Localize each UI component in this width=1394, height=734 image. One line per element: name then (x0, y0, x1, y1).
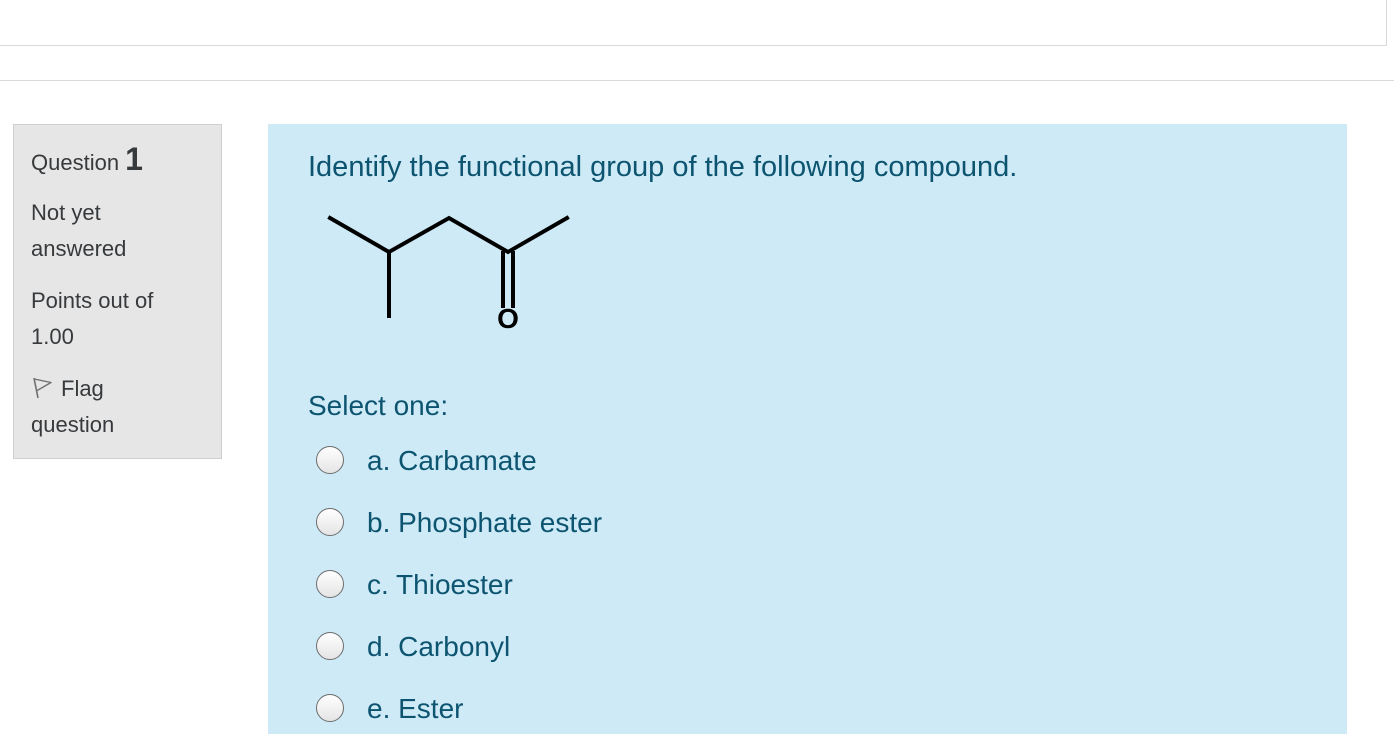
flag-icon (33, 377, 52, 399)
answer-label-b[interactable]: b. Phosphate ester (367, 504, 602, 542)
answer-option-c[interactable]: c. Thioester (316, 566, 816, 606)
radio-button-d[interactable] (316, 632, 344, 660)
question-info-box: Question 1 Not yet answered Points out of… (13, 124, 222, 459)
answer-label-e[interactable]: e. Ester (367, 690, 463, 728)
answer-option-b[interactable]: b. Phosphate ester (316, 504, 816, 544)
carbon-chain (327, 215, 570, 255)
question-number: 1 (125, 141, 143, 177)
question-grade: Points out of 1.00 (31, 283, 211, 355)
question-number-heading: Question 1 (31, 141, 143, 178)
answer-option-e[interactable]: e. Ester (316, 690, 816, 730)
molecule-structure: O (327, 215, 570, 334)
radio-button-b[interactable] (316, 508, 344, 536)
question-content: Identify the functional group of the fol… (268, 124, 1347, 734)
radio-button-e[interactable] (316, 694, 344, 722)
answer-option-a[interactable]: a. Carbamate (316, 442, 816, 482)
answer-label-d[interactable]: d. Carbonyl (367, 628, 510, 666)
flag-line-2: question (31, 412, 115, 437)
select-one-prompt: Select one: (308, 390, 449, 421)
top-panel (0, 0, 1387, 46)
radio-button-c[interactable] (316, 570, 344, 598)
grade-line-1: Points out of (31, 288, 154, 313)
answer-label-c[interactable]: c. Thioester (367, 566, 513, 604)
oxygen-atom-label: O (497, 303, 519, 334)
flag-line-1: Flag (61, 376, 104, 401)
question-text: Identify the functional group of the fol… (308, 151, 1018, 183)
answer-label-a[interactable]: a. Carbamate (367, 442, 537, 480)
radio-button-a[interactable] (316, 446, 344, 474)
question-label: Question (31, 150, 120, 175)
state-line-1: Not yet (31, 200, 101, 225)
grade-line-2: 1.00 (31, 324, 74, 349)
flag-question-link[interactable]: Flag question (31, 371, 211, 443)
answer-option-d[interactable]: d. Carbonyl (316, 628, 816, 668)
state-line-2: answered (31, 236, 127, 261)
question-state: Not yet answered (31, 195, 211, 267)
